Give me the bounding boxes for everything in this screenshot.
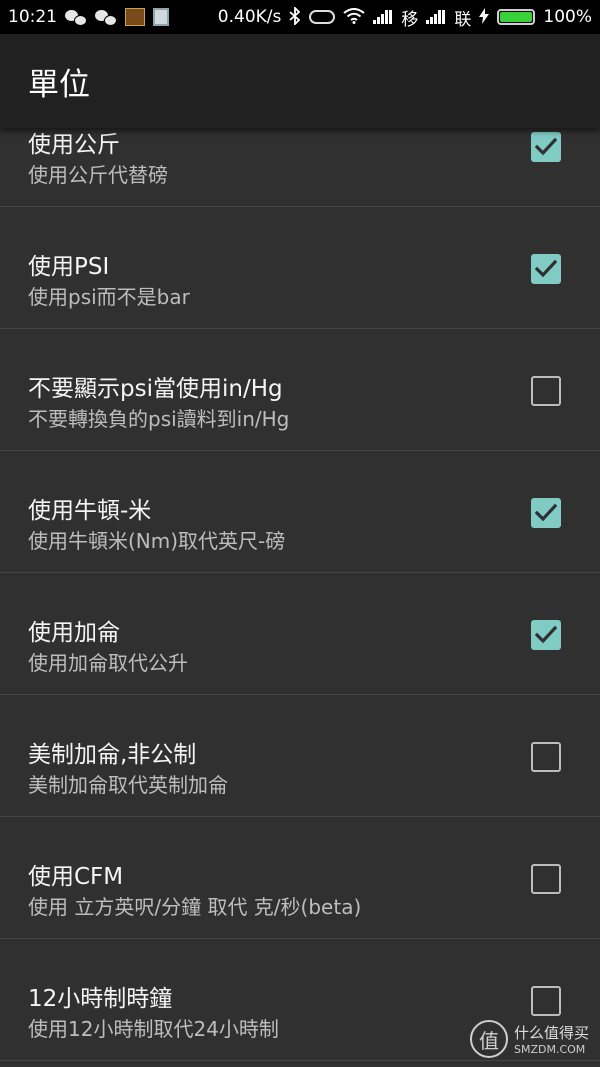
setting-checkbox[interactable] (531, 254, 561, 284)
setting-checkbox[interactable] (531, 132, 561, 162)
signal-icon (426, 10, 446, 24)
setting-checkbox[interactable] (531, 620, 561, 650)
network-speed: 0.40K/s (217, 7, 282, 27)
battery-icon (497, 9, 536, 25)
watermark-logo: 值 (470, 1020, 508, 1058)
charging-icon (479, 7, 490, 27)
page-title: 單位 (28, 66, 90, 103)
app-bar: 單位 (0, 34, 600, 128)
setting-title: 使用公斤 (28, 132, 120, 158)
setting-row[interactable]: 使用牛頓-米使用牛頓米(Nm)取代英尺-磅 (0, 451, 600, 573)
check-icon (535, 259, 557, 278)
watermark-text: 什么值得买 (514, 1024, 590, 1042)
setting-title: 使用牛頓-米 (28, 498, 152, 524)
wechat-icon (65, 9, 87, 26)
setting-summary: 使用公斤代替磅 (28, 163, 168, 187)
toggle-icon (309, 10, 336, 24)
check-icon (535, 503, 557, 522)
setting-row[interactable]: 不要顯示psi當使用in/Hg 不要轉換負的psi讀料到in/Hg (0, 329, 600, 451)
carrier-label: 联 (454, 9, 472, 30)
setting-row[interactable]: 使用加侖使用加侖取代公升 (0, 573, 600, 695)
setting-summary: 使用psi而不是bar (28, 285, 190, 309)
setting-title: 使用CFM (28, 864, 124, 890)
setting-checkbox[interactable] (531, 986, 561, 1016)
signal-icon (373, 10, 393, 24)
setting-title: 使用PSI (28, 254, 110, 280)
setting-summary: 使用牛頓米(Nm)取代英尺-磅 (28, 529, 286, 553)
setting-title: 不要顯示psi當使用in/Hg (28, 376, 283, 402)
document-icon (153, 8, 169, 26)
setting-title: 使用加侖 (28, 620, 120, 646)
setting-summary: 美制加侖取代英制加侖 (28, 773, 228, 797)
battery-level: 100% (543, 7, 592, 27)
setting-checkbox[interactable] (531, 376, 561, 406)
setting-summary: 使用12小時制取代24小時制 (28, 1017, 279, 1041)
setting-summary: 不要轉換負的psi讀料到in/Hg (28, 407, 290, 431)
watermark: 值 什么值得买 SMZDM.COM (470, 1016, 595, 1062)
setting-summary: 使用 立方英呎/分鐘 取代 克/秒(beta) (28, 895, 362, 919)
setting-title: 12小時制時鐘 (28, 986, 173, 1012)
setting-checkbox[interactable] (531, 742, 561, 772)
settings-list: 使用公斤使用公斤代替磅 使用PSI 使用psi而不是bar 不要顯示psi當使用in/… (0, 85, 600, 1061)
setting-row[interactable]: 使用CFM 使用 立方英呎/分鐘 取代 克/秒(beta) (0, 817, 600, 939)
wifi-icon (343, 7, 366, 27)
setting-summary: 使用加侖取代公升 (28, 651, 188, 675)
game-icon (125, 8, 145, 26)
status-bar: 10:21 0.40K/s 移 联 100% (0, 0, 600, 34)
status-time: 10:21 (8, 7, 57, 27)
check-icon (535, 625, 557, 644)
check-icon (535, 137, 557, 156)
wechat-icon (95, 9, 117, 26)
setting-row[interactable]: 美制加侖,非公制美制加侖取代英制加侖 (0, 695, 600, 817)
setting-row[interactable]: 使用PSI 使用psi而不是bar (0, 207, 600, 329)
carrier-label: 移 (401, 9, 419, 30)
setting-checkbox[interactable] (531, 864, 561, 894)
setting-checkbox[interactable] (531, 498, 561, 528)
setting-title: 美制加侖,非公制 (28, 742, 197, 768)
bluetooth-icon (289, 5, 301, 28)
watermark-url: SMZDM.COM (514, 1043, 586, 1056)
